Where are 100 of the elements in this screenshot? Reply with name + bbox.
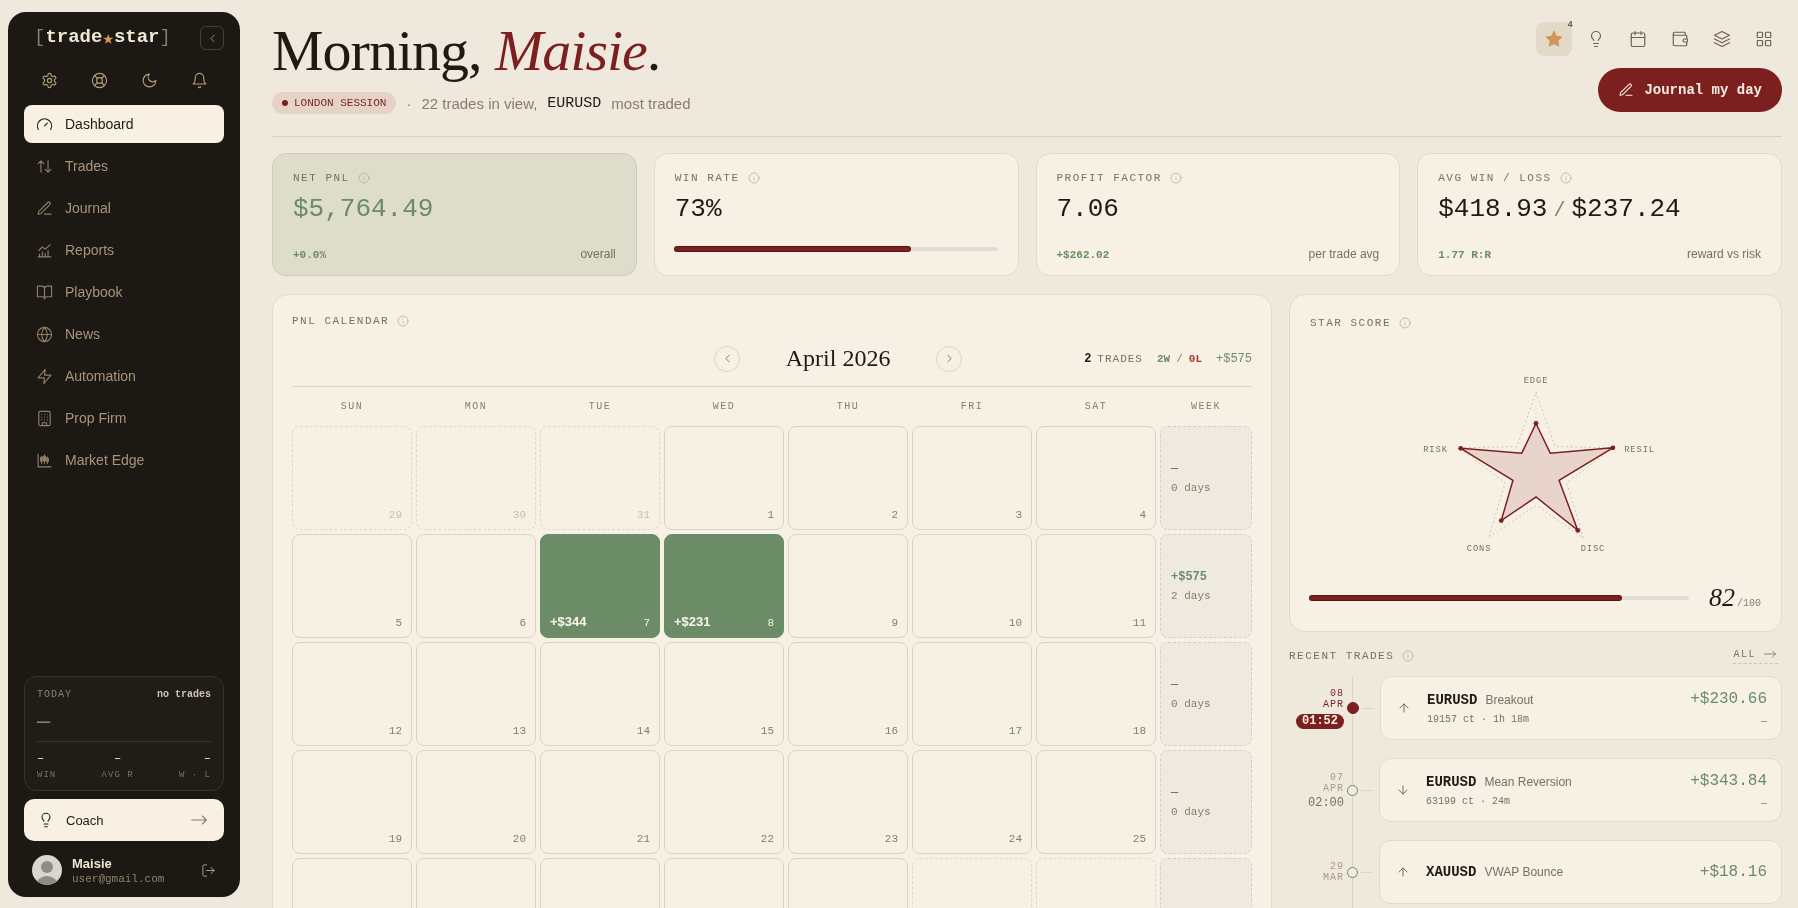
weekday-header: WED: [711, 400, 737, 414]
candlestick-chart-icon: [36, 451, 53, 469]
day-number: 13: [512, 725, 526, 737]
all-trades-link[interactable]: ALL: [1733, 648, 1778, 664]
nav-item[interactable]: Journal: [24, 189, 224, 227]
logout-button[interactable]: [201, 862, 216, 878]
day-cell[interactable]: 20: [416, 750, 536, 854]
day-cell[interactable]: 16: [788, 642, 908, 746]
up-down-arrows-icon: [36, 157, 53, 175]
nav-item[interactable]: Automation: [24, 357, 224, 395]
trade-month: MAR: [1323, 872, 1344, 883]
section-title: STAR SCORE: [1310, 317, 1391, 329]
pen-icon: [36, 199, 53, 217]
day-number: 24: [1008, 833, 1022, 845]
collapse-button[interactable]: [200, 26, 224, 50]
trade-card[interactable]: EURUSD Breakout 19157 ct · 1h 18m +$230.66 –: [1380, 676, 1782, 740]
day-number: 17: [1008, 725, 1022, 737]
day-cell[interactable]: 21: [540, 750, 660, 854]
stat-value: $5,764.49: [293, 194, 434, 224]
day-cell[interactable]: 15: [664, 642, 784, 746]
day-cell[interactable]: 18: [1036, 642, 1156, 746]
weekday-header: THU: [835, 400, 861, 414]
day-cell[interactable]: 5: [292, 534, 412, 638]
day-cell[interactable]: 2: [788, 426, 908, 530]
wallet-icon: [1671, 30, 1689, 48]
nav-item[interactable]: Prop Firm: [24, 399, 224, 437]
day-cell[interactable]: 23: [788, 750, 908, 854]
week-days: 0 days: [1171, 482, 1241, 494]
month-title: April 2026: [784, 345, 892, 372]
day-cell[interactable]: 10: [912, 534, 1032, 638]
losses-count: 0L: [1188, 352, 1202, 365]
day-cell[interactable]: 24: [912, 750, 1032, 854]
trade-symbol: XAUUSD: [1426, 864, 1477, 880]
day-cell[interactable]: 25: [1036, 750, 1156, 854]
current-time-badge: 01:52: [1296, 713, 1344, 729]
lifebuoy-icon[interactable]: [90, 72, 108, 89]
day-cell[interactable]: 22: [664, 750, 784, 854]
nav-item[interactable]: Playbook: [24, 273, 224, 311]
greeting-title: Morning, Maisie.: [272, 20, 662, 82]
stat-label: AVG WIN / LOSS: [1438, 172, 1552, 184]
day-cell[interactable]: 17: [912, 642, 1032, 746]
trade-card[interactable]: XAUUSD VWAP Bounce +$18.16: [1379, 840, 1782, 904]
day-cell[interactable]: 12: [292, 642, 412, 746]
gauge-icon: [36, 115, 53, 133]
day-number: 3: [1015, 509, 1022, 521]
nav-item[interactable]: Trades: [24, 147, 224, 185]
trade-pnl: +$230.66: [1690, 690, 1767, 708]
trade-card[interactable]: EURUSD Mean Reversion 63199 ct · 24m +$343.84 –: [1379, 758, 1782, 822]
stat-label: PROFIT FACTOR: [1056, 172, 1162, 184]
axis-label: CONS: [1466, 543, 1491, 554]
day-cell[interactable]: 1: [664, 426, 784, 530]
stat-note: 1.77 R:R: [1438, 249, 1492, 261]
stat-label: AVG R: [101, 770, 134, 780]
avatar: [32, 855, 62, 885]
count-label: 4: [1567, 20, 1573, 30]
book-icon: [36, 283, 53, 301]
day-cell[interactable]: 19: [292, 750, 412, 854]
bell-icon[interactable]: [190, 72, 208, 89]
day-number: 22: [760, 833, 774, 845]
week-days: 0 days: [1171, 806, 1241, 818]
stat-note: +$262.02: [1056, 249, 1110, 261]
day-cell[interactable]: 14: [540, 642, 660, 746]
coach-button[interactable]: Coach: [24, 799, 224, 841]
nav-item[interactable]: News: [24, 315, 224, 353]
trades-summary: 22 trades in view,: [421, 94, 538, 112]
day-cell[interactable]: 11: [1036, 534, 1156, 638]
day-number: 23: [884, 833, 898, 845]
weekday-header: WEEK: [1190, 400, 1222, 414]
calendar-icon: [1629, 30, 1647, 48]
info-icon: [1169, 172, 1182, 184]
settings-icon[interactable]: [40, 72, 58, 89]
trade-day: 29: [1330, 861, 1344, 872]
day-cell[interactable]: 4: [1036, 426, 1156, 530]
day-number: 12: [388, 725, 402, 737]
day-cell[interactable]: 9: [788, 534, 908, 638]
nav-item[interactable]: Dashboard: [24, 105, 224, 143]
stat-label: WIN RATE: [674, 172, 740, 184]
trade-pnl: +$343.84: [1690, 772, 1767, 790]
trade-strategy: Breakout: [1485, 692, 1534, 707]
day-cell[interactable]: 3: [912, 426, 1032, 530]
stat-label: NET PNL: [293, 172, 350, 184]
nav-item[interactable]: Market Edge: [24, 441, 224, 479]
day-cell[interactable]: +$344 7: [540, 534, 660, 638]
nav-item[interactable]: Reports: [24, 231, 224, 269]
day-number: 1: [767, 509, 774, 521]
journal-button[interactable]: Journal my day: [1598, 68, 1782, 112]
user-email: user@gmail.com: [72, 872, 166, 885]
today-value: —: [37, 710, 52, 735]
day-cell[interactable]: 6: [416, 534, 536, 638]
day-cell[interactable]: +$231 8: [664, 534, 784, 638]
trade-month: APR: [1323, 782, 1344, 794]
section-title: RECENT TRADES: [1289, 650, 1395, 662]
user-name: Maisie: [72, 855, 113, 871]
trade-time: 02:00: [1308, 797, 1344, 809]
day-number: 10: [1008, 617, 1022, 629]
favorites-button[interactable]: 4: [1536, 22, 1572, 56]
weekday-header: MON: [463, 400, 489, 414]
day-pnl: +$231: [674, 614, 711, 629]
day-cell[interactable]: 13: [416, 642, 536, 746]
moon-icon[interactable]: [140, 72, 158, 89]
